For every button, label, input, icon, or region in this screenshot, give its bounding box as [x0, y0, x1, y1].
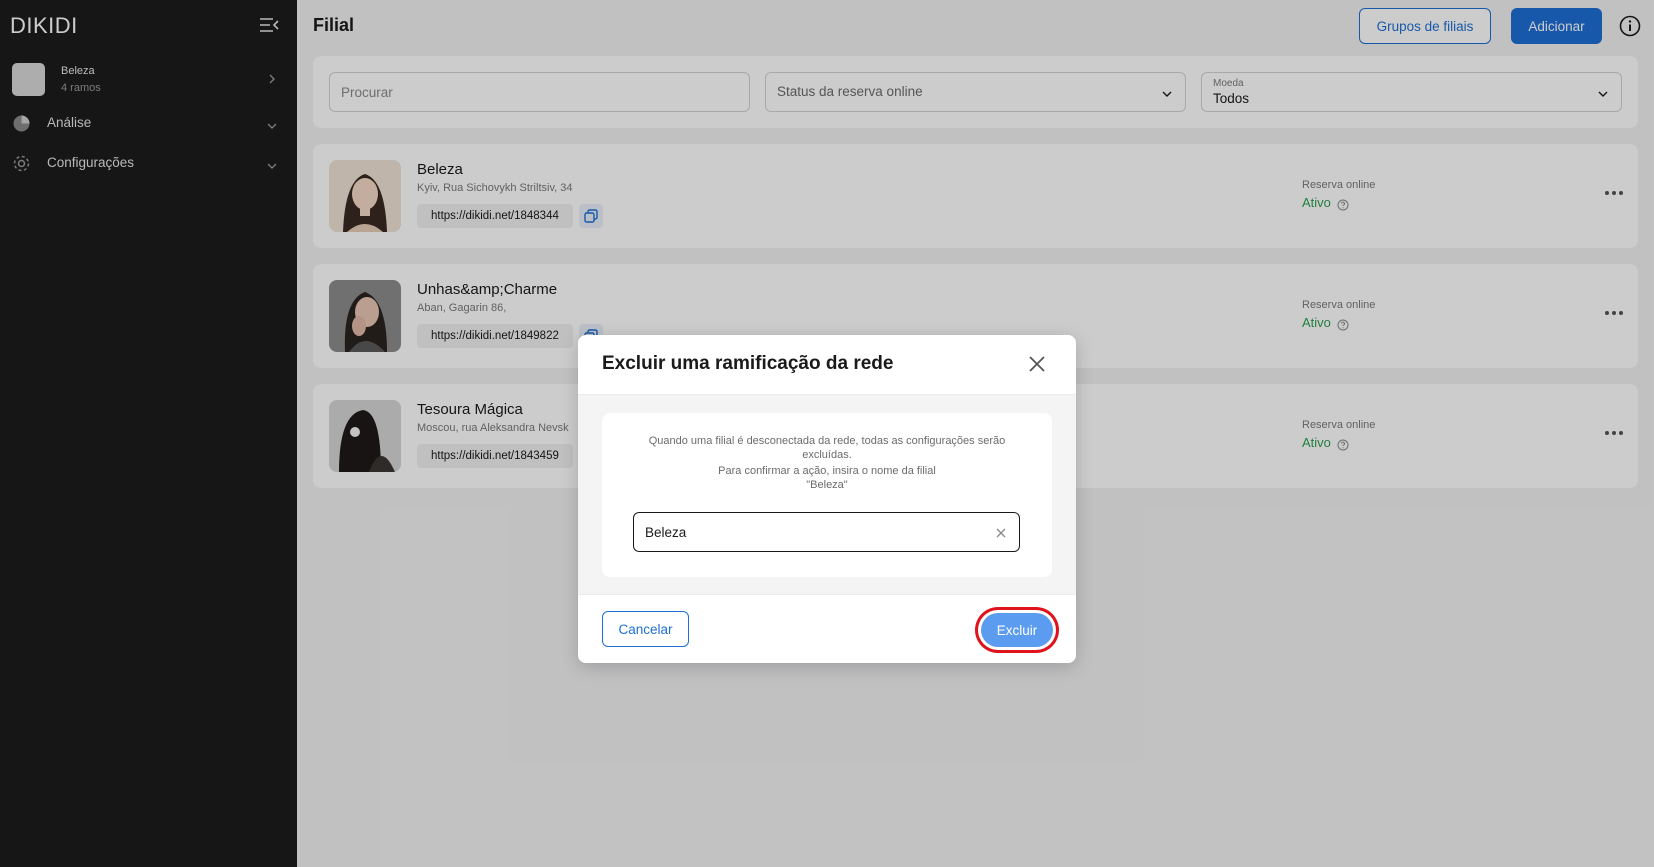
confirm-name-field — [633, 512, 1020, 552]
dialog-message-line: Para confirmar a ação, insira o nome da … — [718, 465, 936, 477]
cancel-button[interactable]: Cancelar — [602, 611, 689, 647]
close-icon[interactable] — [1026, 353, 1048, 375]
delete-button[interactable]: Excluir — [981, 613, 1053, 647]
dialog-footer: Cancelar Excluir — [578, 594, 1076, 663]
dialog-content: Quando uma filial é desconectada da rede… — [602, 413, 1052, 577]
dialog-message-line: "Beleza" — [806, 478, 848, 491]
confirm-name-input[interactable] — [634, 513, 974, 551]
delete-branch-dialog: Excluir uma ramificação da rede Quando u… — [578, 335, 1076, 663]
dialog-message: Quando uma filial é desconectada da rede… — [626, 435, 1028, 492]
dialog-body: Quando uma filial é desconectada da rede… — [578, 395, 1076, 594]
dialog-title: Excluir uma ramificação da rede — [602, 353, 894, 374]
clear-input-icon[interactable] — [995, 526, 1007, 538]
dialog-message-line: Quando uma filial é desconectada da rede… — [648, 435, 1006, 461]
dialog-header: Excluir uma ramificação da rede — [578, 335, 1076, 395]
